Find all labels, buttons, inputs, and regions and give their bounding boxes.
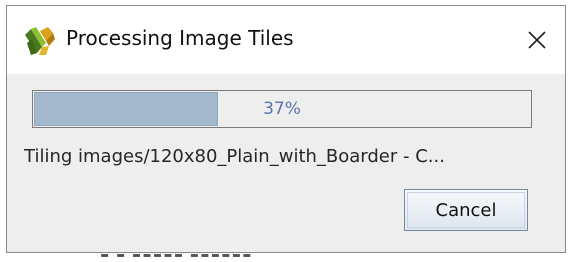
progress-bar: 37% xyxy=(32,90,532,128)
title-bar[interactable]: Processing Image Tiles xyxy=(7,6,565,74)
cancel-button-label: Cancel xyxy=(435,199,497,221)
progress-dialog: Processing Image Tiles 37% Tiling images… xyxy=(6,5,566,253)
close-icon[interactable] xyxy=(515,18,559,62)
window-title: Processing Image Tiles xyxy=(66,26,294,50)
background-window-text: ▪ ▪ ▪▪▪▪▪ ▪▪▪▪▪▪ xyxy=(100,254,300,262)
cancel-button[interactable]: Cancel xyxy=(404,189,528,231)
app-logo-icon xyxy=(25,27,55,55)
progress-percent-label: 37% xyxy=(263,99,301,119)
status-text: Tiling images/120x80_Plain_with_Boarder … xyxy=(24,146,445,167)
